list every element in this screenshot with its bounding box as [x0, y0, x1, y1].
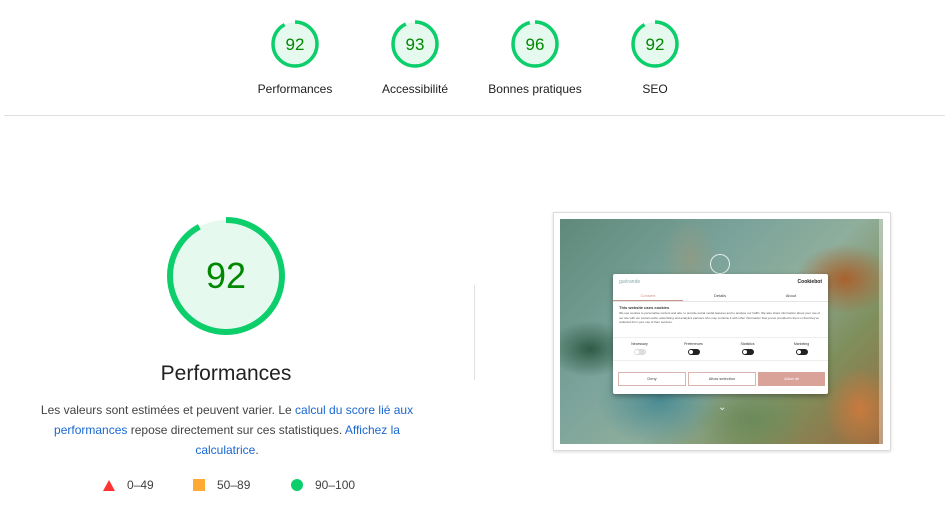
- gauge-ring-icon: 96: [511, 20, 559, 68]
- cookie-consent-dialog: guérande Cookiebot Consent Details About…: [613, 274, 828, 394]
- toggle-switch: [687, 349, 700, 355]
- circle-icon: [291, 479, 303, 491]
- gauge-ring-icon: 93: [391, 20, 439, 68]
- cookie-brand: guérande: [619, 279, 641, 285]
- toggle-switch: [741, 349, 754, 355]
- cookie-toggles: Necessary Preferences Statistics Marketi…: [613, 337, 828, 361]
- gauge-seo[interactable]: 92 SEO: [585, 19, 725, 96]
- gauge-score: 92: [286, 35, 305, 54]
- toggle-switch: [795, 349, 808, 355]
- gauge-performance[interactable]: 92 Performances: [225, 19, 365, 96]
- toggle-label: Statistics: [740, 342, 755, 346]
- cookie-tab-details: Details: [713, 293, 727, 298]
- description-text: repose directement sur ces statistiques.: [127, 423, 345, 437]
- toggle-switch: [633, 349, 646, 355]
- cookie-deny-button: Deny: [618, 372, 686, 386]
- description-text: Les valeurs sont estimées et peuvent var…: [40, 403, 296, 417]
- score-legend: 0–49 50–89 90–100: [100, 478, 380, 498]
- scroll-down-icon: ⌄: [718, 402, 727, 413]
- summary-divider: [4, 115, 945, 116]
- final-screenshot[interactable]: ⌄ guérande Cookiebot Consent Details Abo…: [553, 212, 891, 451]
- performance-score: 92: [206, 255, 246, 296]
- scrollbar: [879, 219, 883, 444]
- legend-range: 50–89: [217, 478, 251, 492]
- toggle-label: Necessary: [631, 342, 648, 346]
- performance-gauge-icon: 92: [167, 217, 285, 335]
- gauge-label: Performances: [257, 82, 333, 96]
- gauge-accessibility[interactable]: 93 Accessibilité: [345, 19, 485, 96]
- site-logo-icon: [710, 254, 730, 274]
- toggle-label: Preferences: [684, 342, 703, 346]
- gauge-score: 92: [646, 35, 665, 54]
- cookie-allow-all-button: Allow all: [758, 372, 825, 386]
- cookie-heading: This website uses cookies: [619, 305, 670, 310]
- gauge-score: 93: [406, 35, 425, 54]
- cookie-body: We use cookies to personalise content an…: [619, 311, 820, 324]
- legend-fail: 0–49: [103, 478, 154, 492]
- cookie-toggle-necessary: Necessary: [613, 342, 666, 355]
- gauge-ring-icon: 92: [631, 20, 679, 68]
- vertical-divider: [474, 285, 475, 380]
- gauge-score: 96: [526, 35, 545, 54]
- cookie-allow-selection-button: Allow selection: [688, 372, 756, 386]
- aerial-landscape-image: ⌄ guérande Cookiebot Consent Details Abo…: [560, 219, 883, 444]
- cookiebot-logo: Cookiebot: [797, 279, 822, 285]
- cookie-toggle-marketing: Marketing: [775, 342, 828, 355]
- cookie-tab-about: About: [785, 293, 797, 298]
- legend-range: 0–49: [127, 478, 154, 492]
- gauge-label: Accessibilité: [381, 82, 449, 96]
- performance-description: Les valeurs sont estimées et peuvent var…: [36, 400, 418, 460]
- toggle-label: Marketing: [793, 342, 810, 346]
- triangle-icon: [103, 479, 115, 491]
- legend-range: 90–100: [315, 478, 356, 492]
- performance-title: Performances: [160, 362, 292, 385]
- legend-pass: 90–100: [291, 478, 355, 492]
- cookie-tabs: Consent Details About: [613, 291, 828, 302]
- category-summary: 92 Performances 93 Accessibilité 96 Bonn…: [0, 0, 949, 116]
- description-text: .: [255, 443, 259, 457]
- legend-average: 50–89: [193, 478, 250, 492]
- cookie-tab-consent: Consent: [613, 293, 683, 301]
- gauge-label: SEO: [642, 82, 668, 96]
- gauge-ring-icon: 92: [271, 20, 319, 68]
- cookie-toggle-preferences: Preferences: [667, 342, 720, 355]
- gauge-label: Bonnes pratiques: [488, 82, 582, 96]
- cookie-toggle-statistics: Statistics: [721, 342, 774, 355]
- gauge-best-practices[interactable]: 96 Bonnes pratiques: [465, 19, 605, 96]
- square-icon: [193, 479, 205, 491]
